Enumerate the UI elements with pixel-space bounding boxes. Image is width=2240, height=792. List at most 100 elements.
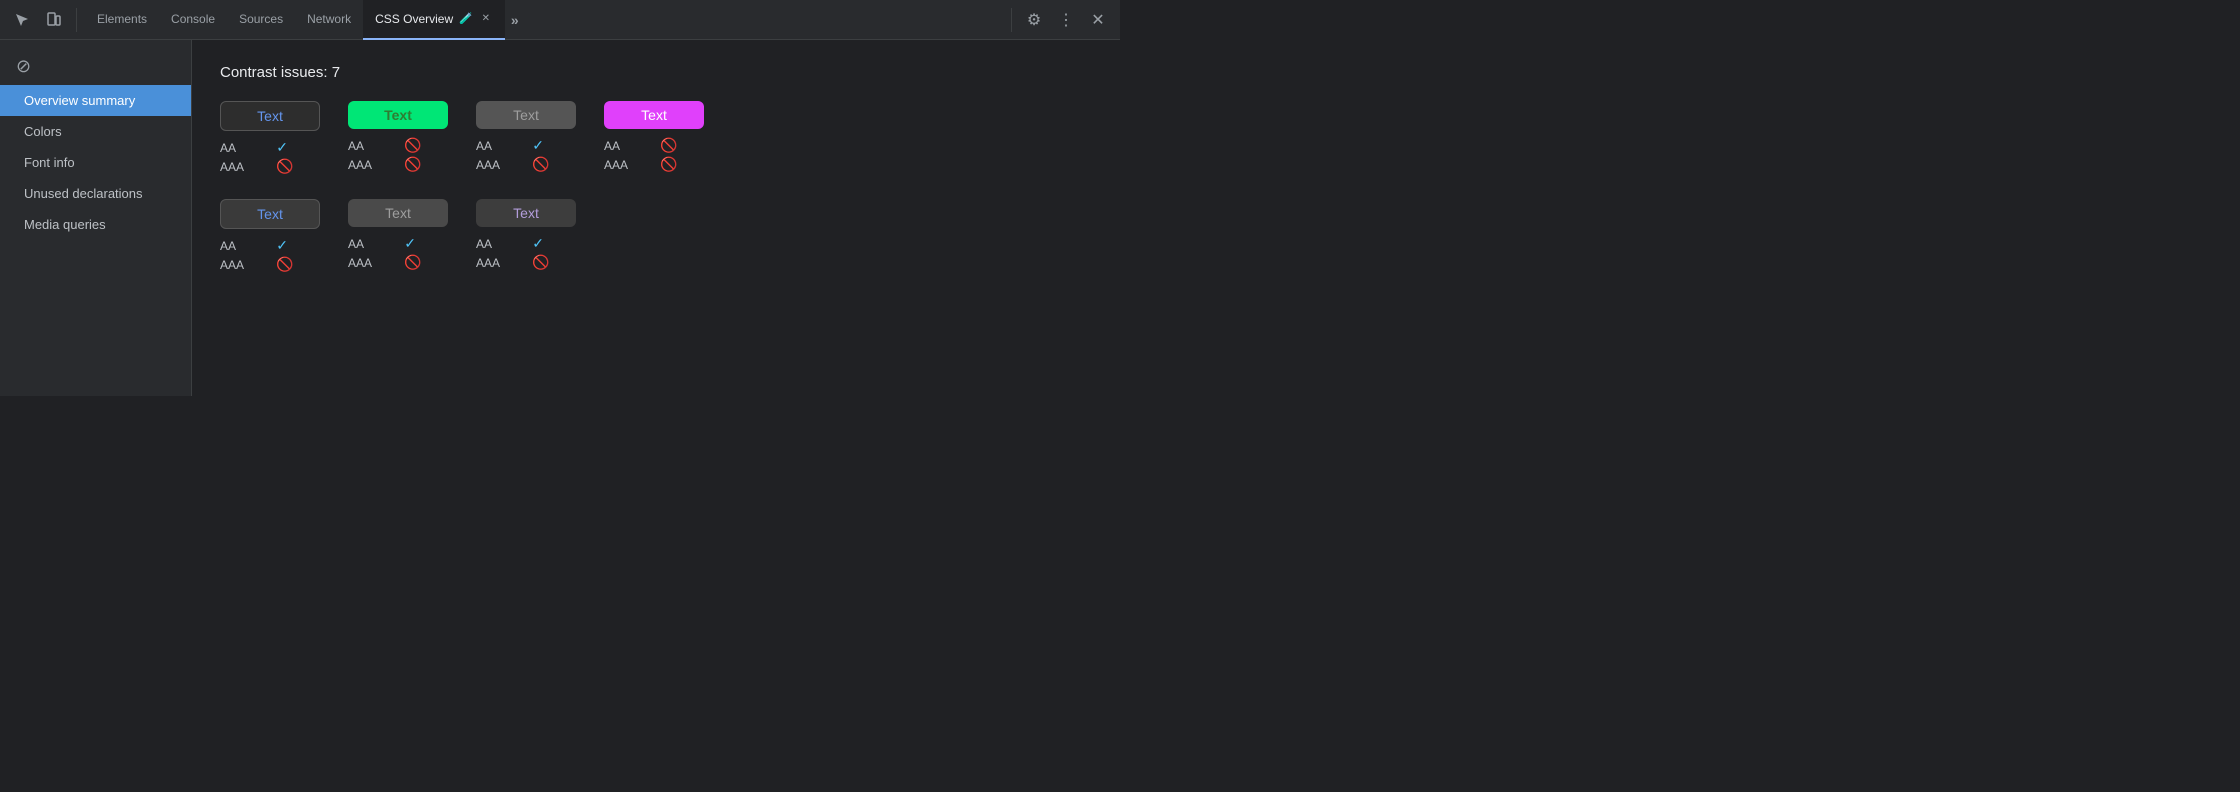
contrast-btn-1-label: Text [257,108,283,124]
contrast-btn-2-label: Text [384,107,412,123]
aaa-label-6: AAA [348,256,398,270]
aaa-fail-icon-4: 🚫 [660,156,704,173]
contrast-btn-7-label: Text [513,205,539,221]
aaa-label-4: AAA [604,158,654,172]
aa-pass-icon-6: ✓ [404,235,448,252]
contrast-btn-5[interactable]: Text [220,199,320,229]
device-icon [46,12,62,28]
contrast-checks-2: AA 🚫 AAA 🚫 [348,137,448,173]
tab-network-label: Network [307,12,351,26]
contrast-btn-3[interactable]: Text [476,101,576,129]
toolbar-separator-2 [1011,8,1012,32]
sidebar-item-media-queries[interactable]: Media queries [0,209,191,240]
sidebar-icon-row: ⊘ [0,48,191,85]
contrast-checks-1: AA ✓ AAA 🚫 [220,139,320,175]
aa-pass-icon-5: ✓ [276,237,320,254]
tab-bar: Elements Console Sources Network CSS Ove… [85,0,1003,40]
contrast-btn-4-label: Text [641,107,667,123]
sidebar-item-colors-label: Colors [24,124,62,139]
sidebar-item-media-queries-label: Media queries [24,217,106,232]
aaa-fail-icon-7: 🚫 [532,254,576,271]
aaa-label-2: AAA [348,158,398,172]
aa-label-4: AA [604,139,654,153]
aaa-fail-icon-1: 🚫 [276,158,320,175]
settings-btn[interactable]: ⚙ [1020,6,1048,34]
aa-fail-icon-4: 🚫 [660,137,704,154]
aa-pass-icon-7: ✓ [532,235,576,252]
contrast-checks-7: AA ✓ AAA 🚫 [476,235,576,271]
contrast-checks-3: AA ✓ AAA 🚫 [476,137,576,173]
contrast-row-2: Text AA ✓ AAA 🚫 Text AA ✓ [220,199,1092,273]
tab-network[interactable]: Network [295,0,363,40]
sidebar-item-unused-declarations-label: Unused declarations [24,186,143,201]
aaa-fail-icon-3: 🚫 [532,156,576,173]
contrast-item-4: Text AA 🚫 AAA 🚫 [604,101,704,173]
toolbar: Elements Console Sources Network CSS Ove… [0,0,1120,40]
tab-elements[interactable]: Elements [85,0,159,40]
tab-css-overview-label: CSS Overview [375,12,453,26]
sidebar-item-overview-summary-label: Overview summary [24,93,135,108]
more-tabs-btn[interactable]: » [505,8,525,32]
tab-console[interactable]: Console [159,0,227,40]
contrast-checks-5: AA ✓ AAA 🚫 [220,237,320,273]
aa-label-2: AA [348,139,398,153]
aa-label-6: AA [348,237,398,251]
aa-label-1: AA [220,141,270,155]
sidebar-item-font-info-label: Font info [24,155,75,170]
contrast-item-3: Text AA ✓ AAA 🚫 [476,101,576,173]
device-icon-btn[interactable] [40,6,68,34]
contrast-btn-4[interactable]: Text [604,101,704,129]
contrast-btn-6-label: Text [385,205,411,221]
contrast-grid: Text AA ✓ AAA 🚫 Text AA 🚫 [220,101,1092,273]
contrast-item-2: Text AA 🚫 AAA 🚫 [348,101,448,173]
aaa-fail-icon-6: 🚫 [404,254,448,271]
sidebar-item-unused-declarations[interactable]: Unused declarations [0,178,191,209]
contrast-checks-6: AA ✓ AAA 🚫 [348,235,448,271]
aaa-fail-icon-2: 🚫 [404,156,448,173]
main-layout: ⊘ Overview summary Colors Font info Unus… [0,40,1120,396]
aa-pass-icon-3: ✓ [532,137,576,154]
contrast-issues-title: Contrast issues: 7 [220,64,1092,81]
contrast-item-6: Text AA ✓ AAA 🚫 [348,199,448,271]
contrast-item-5: Text AA ✓ AAA 🚫 [220,199,320,273]
toolbar-separator-1 [76,8,77,32]
contrast-item-1: Text AA ✓ AAA 🚫 [220,101,320,175]
contrast-item-7: Text AA ✓ AAA 🚫 [476,199,576,271]
contrast-btn-1[interactable]: Text [220,101,320,131]
sidebar-item-font-info[interactable]: Font info [0,147,191,178]
toolbar-right: ⚙ ⋮ ✕ [1020,6,1112,34]
cursor-icon-btn[interactable] [8,6,36,34]
content-area: Contrast issues: 7 Text AA ✓ AAA 🚫 [192,40,1120,396]
aaa-label-5: AAA [220,258,270,272]
contrast-btn-6[interactable]: Text [348,199,448,227]
menu-btn[interactable]: ⋮ [1052,6,1080,34]
aaa-label-7: AAA [476,256,526,270]
aa-label-3: AA [476,139,526,153]
cursor-icon [14,12,30,28]
tab-sources[interactable]: Sources [227,0,295,40]
contrast-btn-7[interactable]: Text [476,199,576,227]
tab-console-label: Console [171,12,215,26]
aaa-fail-icon-5: 🚫 [276,256,320,273]
contrast-row-1: Text AA ✓ AAA 🚫 Text AA 🚫 [220,101,1092,175]
tab-css-overview[interactable]: CSS Overview 🧪 ✕ [363,0,505,40]
flask-icon: 🧪 [459,12,473,25]
aaa-label-1: AAA [220,160,270,174]
aa-fail-icon-2: 🚫 [404,137,448,154]
sidebar-item-overview-summary[interactable]: Overview summary [0,85,191,116]
no-icon: ⊘ [16,56,31,76]
contrast-btn-2[interactable]: Text [348,101,448,129]
sidebar-item-colors[interactable]: Colors [0,116,191,147]
tab-sources-label: Sources [239,12,283,26]
aa-label-7: AA [476,237,526,251]
sidebar: ⊘ Overview summary Colors Font info Unus… [0,40,192,396]
contrast-checks-4: AA 🚫 AAA 🚫 [604,137,704,173]
close-btn[interactable]: ✕ [1084,6,1112,34]
tab-elements-label: Elements [97,12,147,26]
aa-label-5: AA [220,239,270,253]
aaa-label-3: AAA [476,158,526,172]
contrast-btn-3-label: Text [513,107,539,123]
aa-pass-icon-1: ✓ [276,139,320,156]
contrast-btn-5-label: Text [257,206,283,222]
tab-close-btn[interactable]: ✕ [479,12,493,26]
